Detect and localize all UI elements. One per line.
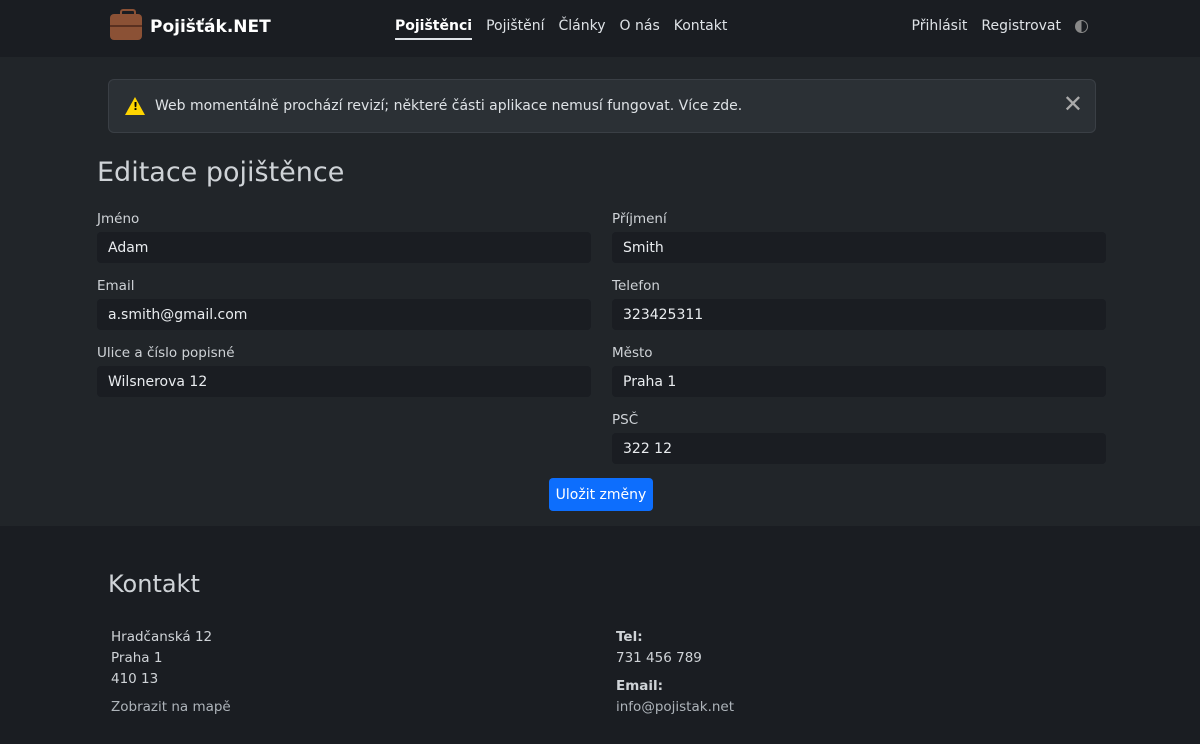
footer-title: Kontakt	[108, 570, 200, 598]
phone-input[interactable]	[612, 299, 1106, 330]
city-group: Město	[612, 345, 1106, 397]
email-label: Email	[97, 278, 135, 294]
city-input[interactable]	[612, 366, 1106, 397]
close-icon[interactable]: ✕	[1063, 90, 1083, 118]
street-label: Ulice a číslo popisné	[97, 345, 235, 361]
first-name-input[interactable]	[97, 232, 591, 263]
address-line: 410 13	[111, 671, 159, 687]
last-name-input[interactable]	[612, 232, 1106, 263]
brand-link[interactable]: Pojišťák.NET	[110, 9, 271, 40]
nav-clanky[interactable]: Články	[559, 18, 606, 40]
phone-label: Telefon	[612, 278, 660, 294]
tel-label: Tel:	[616, 629, 643, 645]
nav-pojistenci[interactable]: Pojištěnci	[395, 18, 473, 40]
last-name-label: Příjmení	[612, 211, 667, 227]
theme-toggle-icon[interactable]	[1075, 19, 1088, 33]
street-input[interactable]	[97, 366, 591, 397]
footer: Kontakt Hradčanská 12 Praha 1 410 13 Zob…	[0, 526, 1200, 744]
warning-icon: !	[125, 97, 145, 115]
save-button[interactable]: Uložit změny	[549, 478, 653, 511]
alert-more-link[interactable]: Více zde	[679, 98, 738, 114]
brand-name: Pojišťák.NET	[150, 17, 271, 37]
zip-label: PSČ	[612, 412, 639, 428]
footer-email-link[interactable]: info@pojistak.net	[616, 699, 734, 715]
city-label: Město	[612, 345, 653, 361]
alert-text: Web momentálně prochází revizí; některé …	[155, 98, 679, 114]
address-line: Hradčanská 12	[111, 629, 213, 645]
first-name-group: Jméno	[97, 211, 591, 263]
last-name-group: Příjmení	[612, 211, 1106, 263]
address-line: Praha 1	[111, 650, 163, 666]
street-group: Ulice a číslo popisné	[97, 345, 591, 397]
page-title: Editace pojištěnce	[97, 157, 345, 188]
zip-group: PSČ	[612, 412, 1106, 464]
briefcase-icon	[110, 9, 142, 40]
email-footer-label: Email:	[616, 678, 664, 694]
email-group: Email	[97, 278, 591, 330]
nav-pojisteni[interactable]: Pojištění	[486, 18, 544, 40]
tel-value: 731 456 789	[616, 650, 702, 666]
zip-input[interactable]	[612, 433, 1106, 464]
first-name-label: Jméno	[97, 211, 140, 227]
phone-group: Telefon	[612, 278, 1106, 330]
alert-end: .	[737, 98, 743, 114]
warning-alert: ! Web momentálně prochází revizí; někter…	[108, 79, 1096, 133]
nav-kontakt[interactable]: Kontakt	[674, 18, 728, 40]
login-link[interactable]: Přihlásit	[912, 18, 968, 34]
nav-o-nas[interactable]: O nás	[620, 18, 660, 40]
navbar: Pojišťák.NET Pojištěnci Pojištění Články…	[0, 0, 1200, 57]
email-input[interactable]	[97, 299, 591, 330]
register-link[interactable]: Registrovat	[981, 18, 1061, 34]
map-link[interactable]: Zobrazit na mapě	[111, 699, 231, 715]
